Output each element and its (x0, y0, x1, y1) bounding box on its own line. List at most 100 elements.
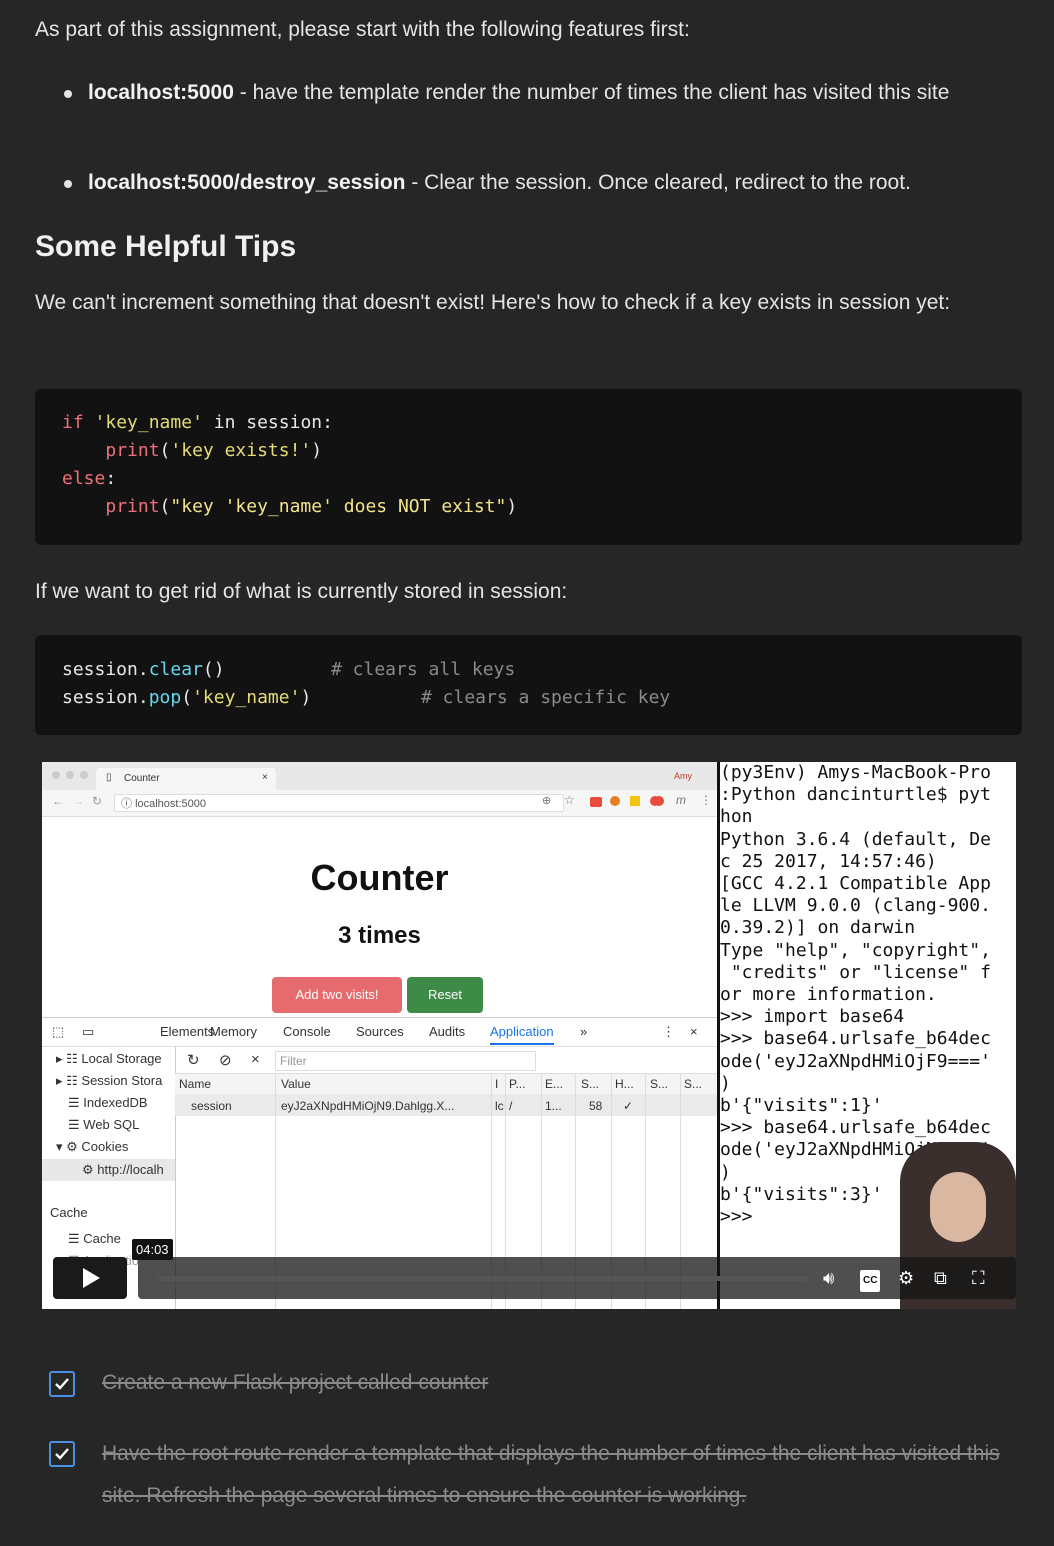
sidebar-item: ▾ ⚙ Cookies (56, 1139, 129, 1154)
checkmark-icon (55, 1448, 69, 1460)
column-header: S... (684, 1077, 703, 1091)
clear-icon: ⊘ (219, 1052, 232, 1069)
device-icon: ▭ (82, 1024, 95, 1039)
database-icon: ☰ (68, 1117, 84, 1132)
extension-icon: m (676, 793, 686, 807)
play-icon (83, 1268, 100, 1288)
video-controls: 🔊︎ CC ⚙ ⧉ ⛶ (42, 1257, 1016, 1309)
window-dot-icon (80, 771, 88, 779)
cookie-icon: ▾ ⚙ (56, 1139, 82, 1154)
cookie-icon: ⚙ (82, 1162, 98, 1177)
expand-icon: ▸ ☷ (56, 1051, 82, 1066)
close-icon: × (262, 772, 268, 783)
code-text: in session: (202, 412, 333, 433)
code-block[interactable]: if 'key_name' in session: print('key exi… (35, 389, 1022, 545)
feature-item: localhost:5000/destroy_session - Clear t… (88, 162, 1018, 204)
code-string: 'key_name' (192, 687, 301, 708)
close-icon: × (690, 1024, 698, 1039)
clear-text: If we want to get rid of what is current… (35, 580, 568, 603)
add-visits-button: Add two visits! (272, 977, 402, 1013)
route-name: localhost:5000/destroy_session (88, 171, 406, 194)
extension-icon (654, 796, 664, 806)
code-string: 'key_name' (94, 412, 203, 433)
info-icon: ⓘ (121, 798, 136, 810)
video-player[interactable]: ▯ Counter × Amy ← → ↻ ⓘ localhost:5000 ⊕… (42, 762, 1016, 1309)
refresh-icon: ↻ (187, 1052, 200, 1069)
filter-input: Filter (275, 1051, 536, 1071)
code-text: session. (62, 659, 149, 680)
cell: 58 (589, 1099, 603, 1113)
cell: 1... (545, 1099, 562, 1113)
devtools-tab: Sources (356, 1024, 404, 1039)
sidebar-item: ▸ ☷ Session Stora (56, 1073, 163, 1088)
extension-icon (590, 797, 602, 807)
delete-icon: × (251, 1051, 260, 1068)
expand-icon: ▸ ☷ (56, 1073, 82, 1088)
checkmark-icon (55, 1378, 69, 1390)
task-label: Create a new Flask project called counte… (102, 1371, 489, 1394)
settings-icon[interactable]: ⚙ (898, 1268, 914, 1288)
code-function: print (105, 496, 160, 517)
column-header: H... (615, 1077, 634, 1091)
cell: session (191, 1099, 232, 1113)
tab-title: Counter (124, 773, 160, 784)
captions-icon[interactable]: CC (860, 1270, 881, 1292)
pip-icon[interactable]: ⧉ (934, 1268, 947, 1288)
devtools-tab: Elements (160, 1024, 215, 1039)
reset-button: Reset (407, 977, 483, 1013)
route-desc: - Clear the session. Once cleared, redir… (405, 171, 911, 194)
extension-icon (610, 796, 620, 806)
star-icon: ☆ (564, 793, 575, 807)
code-text: () (202, 659, 225, 680)
fullscreen-icon[interactable]: ⛶ (972, 1268, 985, 1288)
code-string: "key 'key_name' does NOT exist" (170, 496, 507, 517)
reload-icon: ↻ (92, 794, 103, 808)
sidebar-item: ▸ ☷ Local Storage (56, 1051, 162, 1066)
code-block[interactable]: session.clear() # clears all keys sessio… (35, 635, 1022, 735)
column-header: Name (179, 1077, 212, 1091)
intro-text: As part of this assignment, please start… (35, 18, 690, 41)
back-icon: ← (52, 794, 64, 808)
play-button[interactable] (53, 1257, 127, 1299)
profile-name: Amy (674, 771, 692, 781)
devtools-tab: Memory (210, 1024, 257, 1039)
devtools-tab: Audits (429, 1024, 466, 1039)
menu-icon: ⋮ (700, 793, 712, 807)
sidebar-item: ☰ Cache (68, 1231, 121, 1246)
menu-icon: ⋮ (662, 1024, 675, 1039)
volume-icon[interactable]: 🔊︎ (823, 1268, 834, 1288)
bullet-icon (64, 90, 72, 98)
code-comment: # clears all keys (331, 659, 516, 680)
task-checkbox[interactable] (49, 1371, 75, 1397)
devtools-tab-active: Application (490, 1024, 554, 1045)
sidebar-item: ☰ Web SQL (68, 1117, 140, 1132)
table-header: Name Value I P... E... S... H... S... S.… (175, 1073, 717, 1095)
devtools-tab: Console (283, 1024, 331, 1039)
zoom-icon: ⊕ (542, 795, 552, 807)
forward-icon: → (72, 794, 84, 808)
browser-tab: ▯ Counter × (96, 768, 276, 790)
code-keyword: else (62, 468, 106, 489)
code-method: pop (148, 687, 182, 708)
sidebar-item: ⚙ http://localh (82, 1162, 164, 1177)
task-checkbox[interactable] (49, 1441, 75, 1467)
bullet-icon (64, 180, 72, 188)
table-row: session eyJ2aXNpdHMiOjN9.Dahlgg.X... lc … (175, 1094, 717, 1116)
browser-tabbar: ▯ Counter × Amy (42, 762, 717, 790)
devtools-tabbar: ⬚ ▭ Elements Memory Console Sources Audi… (42, 1018, 717, 1047)
code-string: 'key exists!' (170, 440, 312, 461)
extension-icon (630, 796, 640, 806)
task-label: Have the root route render a template th… (102, 1442, 1000, 1507)
column-header: Value (281, 1077, 311, 1091)
page-heading: Counter (310, 857, 449, 898)
url-text: localhost:5000 (135, 798, 207, 810)
feature-item: localhost:5000 - have the template rende… (88, 72, 1018, 114)
sidebar-item: ☰ IndexedDB (68, 1095, 148, 1110)
column-header: S... (581, 1077, 600, 1091)
progress-bar[interactable] (158, 1276, 808, 1281)
face-shape (930, 1172, 986, 1242)
tips-text: We can't increment something that doesn'… (35, 291, 951, 314)
sidebar-heading: Cache (50, 1205, 88, 1220)
window-dot-icon (52, 771, 60, 779)
column-header: P... (509, 1077, 526, 1091)
